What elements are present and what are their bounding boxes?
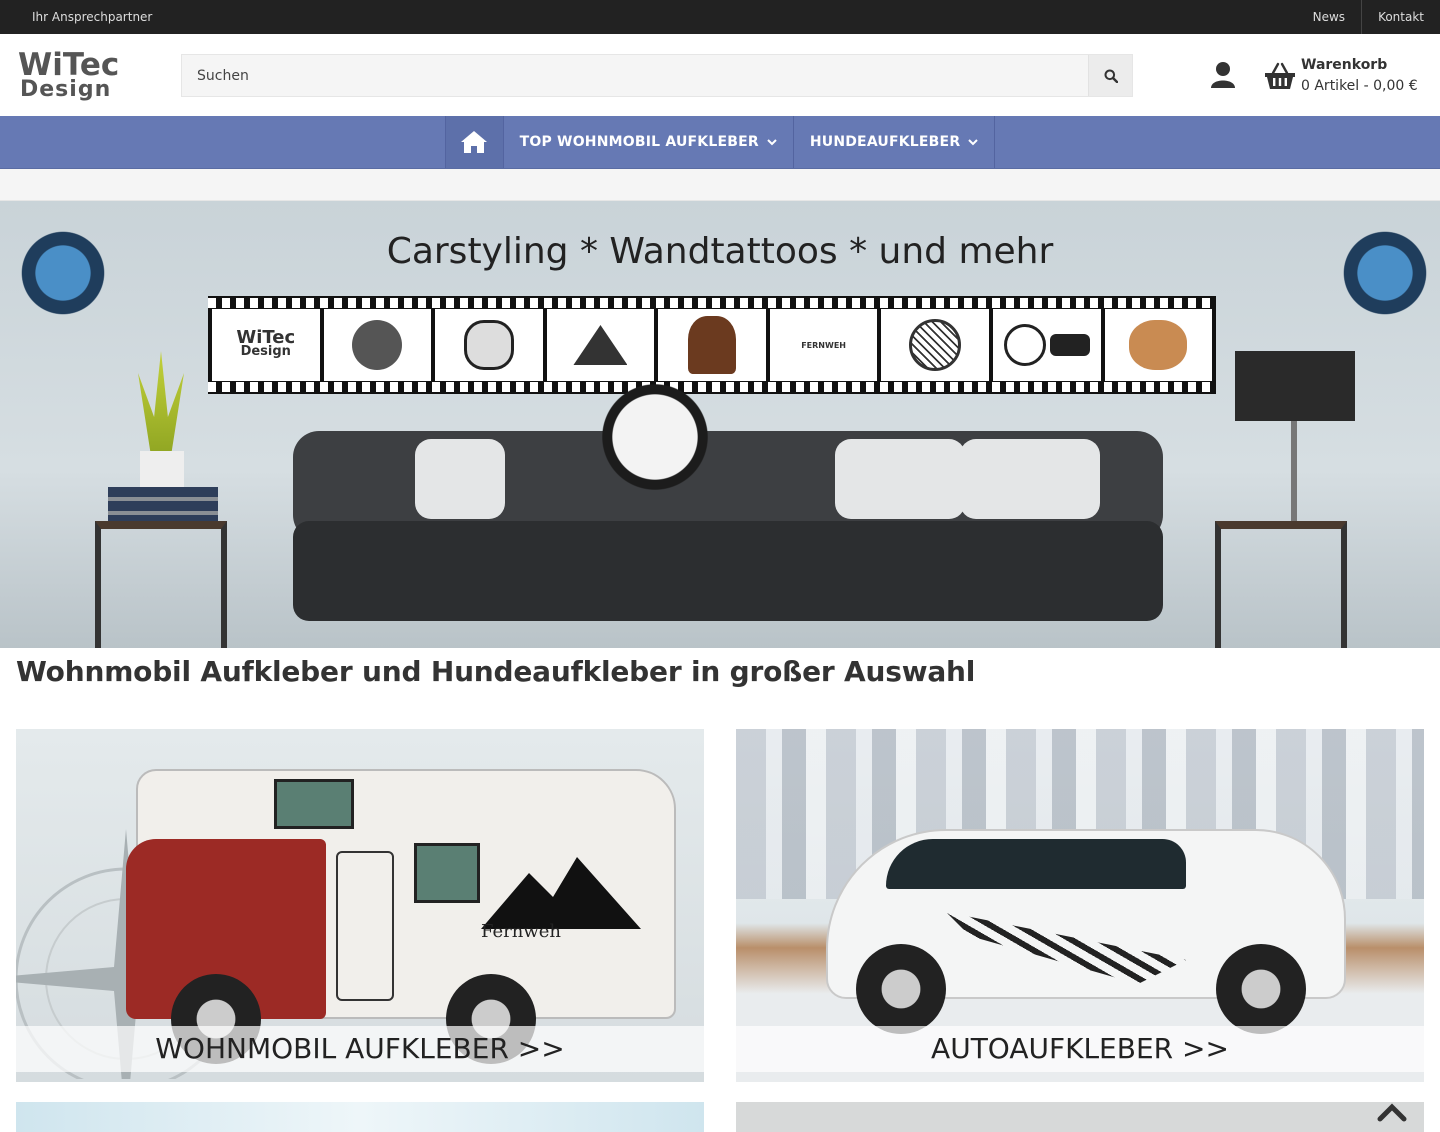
lamp-pole [1291, 421, 1297, 521]
film-perforation [208, 298, 1216, 308]
wheel [856, 944, 946, 1034]
cushion [960, 439, 1100, 519]
tile-caption: WOHNMOBIL AUFKLEBER >> [16, 1026, 704, 1072]
category-tile-partial[interactable] [16, 1102, 704, 1132]
film-perforation [208, 382, 1216, 392]
camper-window [414, 843, 480, 903]
cart-title: Warenkorb [1301, 57, 1388, 73]
hero-banner[interactable]: Carstyling * Wandtattoos * und mehr WiTe… [0, 201, 1440, 648]
sub-bar [0, 169, 1440, 201]
film-frames: WiTec Design FERNWEH [212, 309, 1213, 381]
film-frame-witch [546, 309, 655, 381]
film-fernweh-label: FERNWEH [801, 340, 846, 350]
user-icon[interactable] [1210, 61, 1236, 89]
cushion [835, 439, 965, 519]
news-link[interactable]: News [1297, 0, 1361, 34]
logo-line2: Design [20, 77, 112, 102]
plant-image [138, 351, 184, 461]
search-icon [1104, 69, 1118, 83]
header: WiTec Design Warenkorb 0 Artikel - 0,00 … [0, 34, 1440, 116]
film-logo-line1: WiTec [236, 327, 296, 348]
film-frame-horse [658, 309, 766, 381]
cart-link[interactable]: Warenkorb 0 Artikel - 0,00 € [1265, 55, 1418, 97]
logo-line1: WiTec [18, 47, 120, 83]
film-frame-bulldog [1104, 309, 1213, 381]
film-frame-logo: WiTec Design [212, 309, 320, 381]
fernweh-decal-text: Fernweh [481, 921, 562, 942]
category-tile-partial[interactable] [736, 1102, 1424, 1132]
film-frame-fernweh: FERNWEH [769, 309, 878, 381]
contact-link[interactable]: Kontakt [1361, 0, 1440, 34]
nav-item-hundeaufkleber[interactable]: HUNDEAUFKLEBER [794, 116, 996, 168]
film-frame-vulture [323, 309, 432, 381]
sofa-seat [293, 521, 1163, 621]
category-tile-autoaufkleber[interactable]: AUTOAUFKLEBER >> [736, 729, 1424, 1082]
main-nav: TOP WOHNMOBIL AUFKLEBER HUNDEAUFKLEBER [0, 116, 1440, 169]
search-button[interactable] [1088, 55, 1132, 96]
film-frame-skull [435, 309, 543, 381]
side-table-right [1215, 521, 1347, 648]
film-logo-line2: Design [240, 344, 291, 359]
basket-icon [1265, 62, 1295, 89]
home-button[interactable] [444, 116, 504, 168]
wheel [1216, 944, 1306, 1034]
top-bar: Ihr Ansprechpartner News Kontakt [0, 0, 1440, 34]
category-tile-wohnmobil[interactable]: Fernweh WOHNMOBIL AUFKLEBER >> [16, 729, 704, 1082]
contact-person-link[interactable]: Ihr Ansprechpartner [0, 10, 152, 24]
books-image [108, 487, 218, 521]
page-headline: Wohnmobil Aufkleber und Hundeaufkleber i… [16, 655, 976, 688]
nav-item-label: HUNDEAUFKLEBER [809, 134, 961, 150]
search-input[interactable] [182, 55, 1088, 96]
dog-image [600, 381, 710, 521]
film-frame-tiger [881, 309, 989, 381]
search-bar [181, 54, 1133, 97]
hero-title: Carstyling * Wandtattoos * und mehr [386, 231, 1054, 272]
site-logo[interactable]: WiTec Design [18, 47, 150, 102]
cart-summary: 0 Artikel - 0,00 € [1301, 78, 1418, 94]
chevron-down-icon [767, 139, 777, 146]
nav-item-label: TOP WOHNMOBIL AUFKLEBER [519, 134, 759, 150]
side-table-left [95, 521, 227, 648]
home-icon [461, 131, 488, 153]
film-frame-football [992, 309, 1101, 381]
chevron-down-icon [968, 139, 979, 146]
camper-window [274, 779, 354, 829]
camper-door [336, 851, 394, 1001]
cushion [415, 439, 505, 519]
nav-item-top-wohnmobil-aufkleber[interactable]: TOP WOHNMOBIL AUFKLEBER [504, 116, 794, 168]
film-strip: WiTec Design FERNWEH [208, 296, 1216, 394]
tile-caption: AUTOAUFKLEBER >> [736, 1026, 1424, 1072]
chevron-up-icon[interactable] [1376, 1100, 1408, 1123]
top-links: News Kontakt [1297, 0, 1440, 34]
pot-image [140, 451, 184, 487]
lamp-image [1235, 351, 1355, 421]
car-window [886, 839, 1186, 889]
